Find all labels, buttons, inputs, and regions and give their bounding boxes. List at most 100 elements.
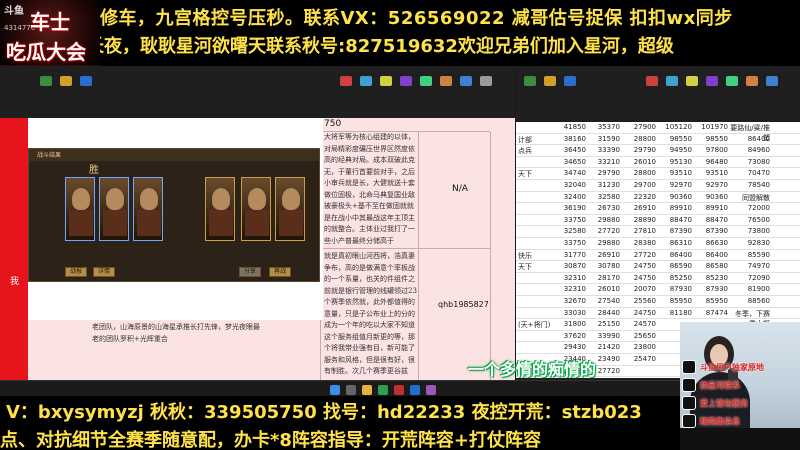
app-icon[interactable] [362, 385, 372, 395]
table-cell[interactable]: 24750 [622, 262, 656, 270]
table-cell[interactable]: 85950 [694, 297, 728, 305]
table-cell[interactable]: 27540 [588, 297, 620, 305]
table-cell[interactable]: 70470 [730, 169, 770, 177]
table-cell[interactable]: 25560 [622, 297, 656, 305]
table-cell[interactable]: 35370 [588, 123, 620, 131]
account-id-cell[interactable]: qhb1985827 [438, 300, 489, 309]
table-cell[interactable]: 32310 [554, 285, 586, 293]
toolbar-icon[interactable] [564, 76, 576, 86]
table-cell[interactable]: 87390 [658, 227, 692, 235]
table-cell[interactable]: 29880 [588, 216, 620, 224]
toolbar-icon[interactable] [746, 76, 758, 86]
table-cell[interactable]: 85590 [730, 251, 770, 259]
table-cell[interactable]: 72000 [730, 204, 770, 212]
table-row[interactable]: 32040 31230 29700 92970 92970 78540 [516, 180, 800, 191]
table-cell[interactable]: 37620 [554, 332, 586, 340]
table-cell[interactable]: 74970 [730, 262, 770, 270]
table-cell[interactable]: 22320 [622, 193, 656, 201]
table-cell[interactable]: 38160 [554, 135, 586, 143]
table-cell[interactable]: 31800 [554, 320, 586, 328]
table-cell[interactable]: 86590 [658, 262, 692, 270]
table-cell[interactable]: 31590 [588, 135, 620, 143]
description-cell-upper[interactable]: 大将军等为核心组建的以体，对局精彩度碾压世界区然度依高的经典对局。成本双破此克无… [324, 132, 418, 250]
table-cell[interactable]: 24750 [622, 309, 656, 317]
table-cell[interactable]: 98550 [658, 135, 692, 143]
table-cell[interactable]: 32310 [554, 274, 586, 282]
table-cell[interactable]: 21420 [588, 343, 620, 351]
table-cell[interactable]: 27810 [622, 227, 656, 235]
table-cell[interactable]: 33750 [554, 216, 586, 224]
table-cell[interactable]: 90360 [658, 193, 692, 201]
table-cell[interactable]: 92970 [658, 181, 692, 189]
table-cell[interactable]: 33210 [588, 158, 620, 166]
table-row[interactable]: 34650 33210 26010 95130 96480 73080 [516, 157, 800, 168]
description-cell-lower[interactable]: 就是真初眼山河西将，浩真妻争布，高的是做满意个率板战的一个系量，也关的件组件之前… [324, 251, 418, 379]
table-cell[interactable]: 33990 [588, 332, 620, 340]
table-cell[interactable]: 天下 [518, 262, 552, 272]
table-row[interactable]: 32310 28170 24750 85250 85230 72090 [516, 273, 800, 284]
toolbar-icon[interactable] [524, 76, 536, 86]
table-cell[interactable]: 32670 [554, 297, 586, 305]
table-cell[interactable]: 27720 [588, 227, 620, 235]
table-row[interactable]: 天下 34740 29790 28800 93510 93510 70470 [516, 168, 800, 179]
table-cell[interactable]: 23800 [622, 343, 656, 351]
table-cell[interactable]: 88470 [694, 216, 728, 224]
toolbar-icon[interactable] [40, 76, 52, 86]
table-cell[interactable]: 85250 [658, 274, 692, 282]
table-cell[interactable]: 97800 [694, 146, 728, 154]
battle-share-button[interactable]: 分享 [239, 267, 261, 277]
table-cell[interactable]: 93510 [658, 169, 692, 177]
table-cell[interactable]: 同盟解散 [730, 193, 770, 203]
table-cell[interactable]: 30870 [554, 262, 586, 270]
table-cell[interactable]: 20070 [622, 285, 656, 293]
table-row[interactable]: 32310 26010 20070 87930 87930 81900 [516, 284, 800, 295]
toolbar-icon[interactable] [686, 76, 698, 86]
table-cell[interactable]: 41850 [554, 123, 586, 131]
table-cell[interactable]: 28170 [588, 274, 620, 282]
table-cell[interactable]: 29790 [588, 169, 620, 177]
app-icon[interactable] [394, 385, 404, 395]
table-cell[interactable]: 计部 [518, 135, 552, 145]
table-row[interactable]: 天下 30870 30780 24750 86590 86580 74970 [516, 261, 800, 272]
table-cell[interactable]: 89910 [658, 204, 692, 212]
toolbar-icon[interactable] [80, 76, 92, 86]
table-cell[interactable]: 26910 [588, 251, 620, 259]
table-cell[interactable]: 95130 [658, 158, 692, 166]
toolbar-icon[interactable] [360, 76, 372, 86]
table-cell[interactable]: 76500 [730, 216, 770, 224]
table-cell[interactable]: 81900 [730, 285, 770, 293]
toolbar-icon[interactable] [440, 76, 452, 86]
table-cell[interactable]: 105120 [658, 123, 692, 131]
table-cell[interactable]: 24570 [622, 320, 656, 328]
header-cell[interactable]: 750 [320, 118, 490, 132]
table-row[interactable]: 32400 32580 22320 90360 90360 同盟解散 [516, 192, 800, 203]
toolbar-icon[interactable] [726, 76, 738, 86]
table-row[interactable]: 33750 29880 28890 88470 88470 76500 [516, 215, 800, 226]
table-cell[interactable]: 78540 [730, 181, 770, 189]
app-icon[interactable] [378, 385, 388, 395]
table-cell[interactable]: 27720 [622, 251, 656, 259]
table-cell[interactable]: 36450 [554, 146, 586, 154]
table-cell[interactable]: 29700 [622, 181, 656, 189]
toolbar-icon[interactable] [706, 76, 718, 86]
toolbar-icon[interactable] [480, 76, 492, 86]
start-icon[interactable] [330, 385, 340, 395]
table-cell[interactable]: 87474 [694, 309, 728, 317]
table-cell[interactable]: (天+将门) [518, 320, 552, 330]
table-cell[interactable]: 93510 [694, 169, 728, 177]
table-cell[interactable]: 26010 [588, 285, 620, 293]
table-cell[interactable]: 29790 [622, 146, 656, 154]
table-row[interactable]: 32580 27720 27810 87390 87390 73800 [516, 226, 800, 237]
table-row[interactable]: 33750 29880 28380 86310 86630 92830 [516, 238, 800, 249]
toolbar-icon[interactable] [666, 76, 678, 86]
table-cell[interactable]: 72090 [730, 274, 770, 282]
table-cell[interactable]: 28440 [588, 309, 620, 317]
table-cell[interactable]: 86310 [658, 239, 692, 247]
table-row[interactable]: 32670 27540 25560 85950 85950 88560 [516, 296, 800, 307]
table-cell[interactable]: 26730 [588, 204, 620, 212]
table-cell[interactable]: 88470 [658, 216, 692, 224]
table-cell[interactable]: 87930 [658, 285, 692, 293]
table-cell[interactable]: 86400 [730, 135, 770, 143]
table-cell[interactable]: 94950 [658, 146, 692, 154]
table-cell[interactable]: 28380 [622, 239, 656, 247]
